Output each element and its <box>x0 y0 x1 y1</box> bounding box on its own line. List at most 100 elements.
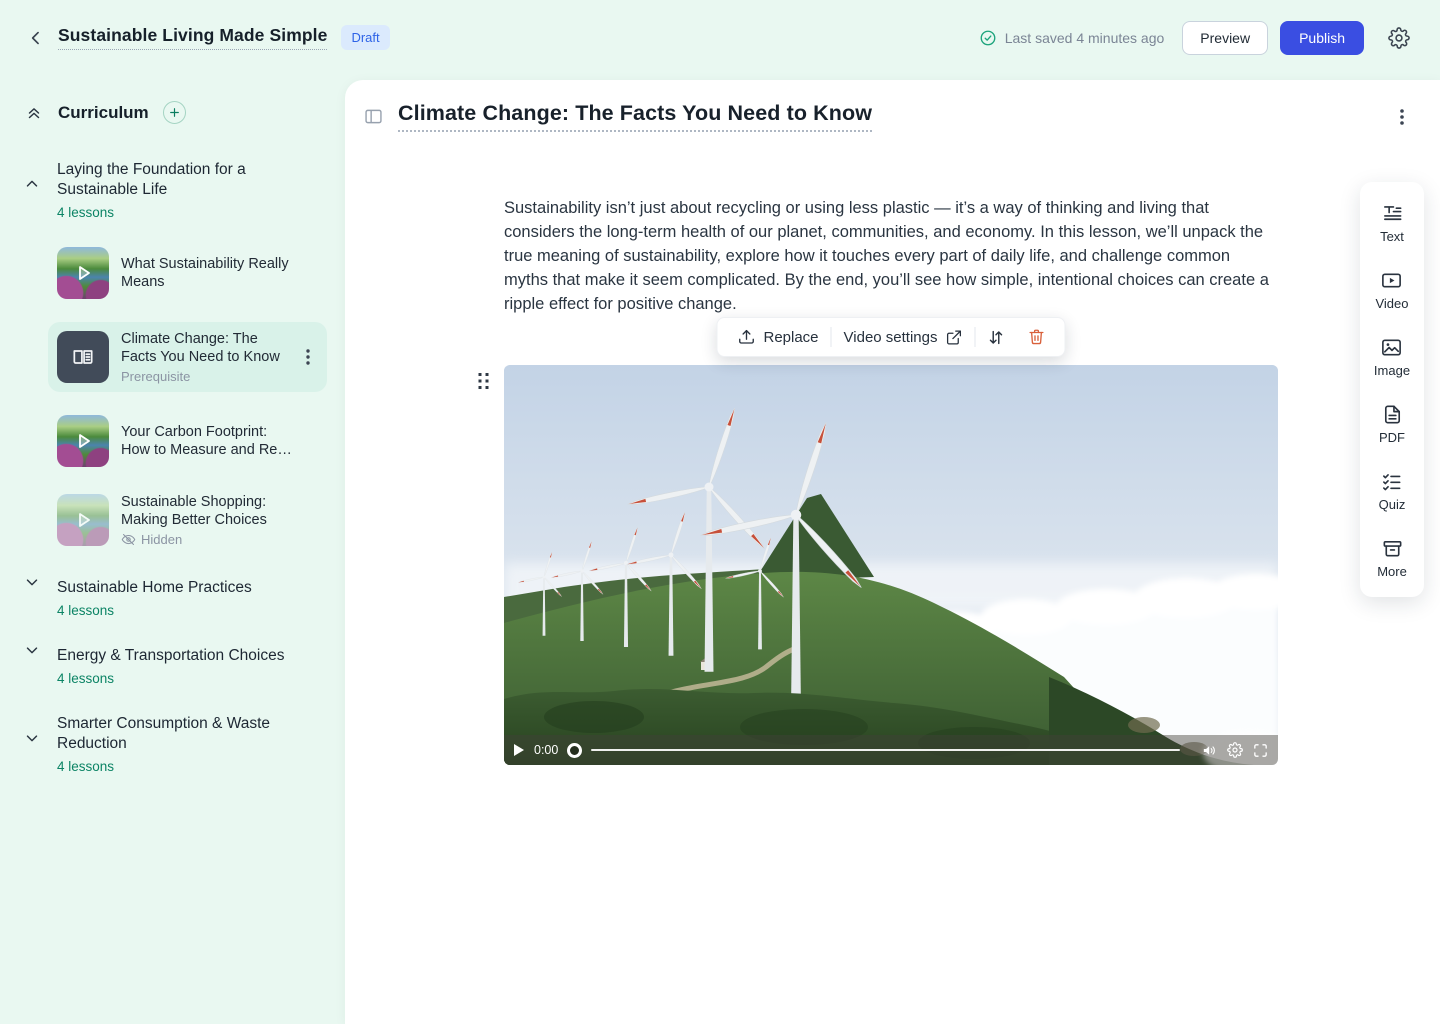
delete-block-button[interactable] <box>1017 318 1057 356</box>
add-curriculum-button[interactable] <box>163 101 186 124</box>
tool-text[interactable]: Text <box>1380 202 1404 244</box>
lesson-title: What Sustainability Really Means <box>121 255 297 291</box>
panel-left-icon <box>363 106 384 127</box>
image-icon <box>1380 336 1403 359</box>
last-saved-text: Last saved 4 minutes ago <box>1005 30 1165 46</box>
lesson-menu-button[interactable] <box>300 346 318 368</box>
lesson-prerequisite-label: Prerequisite <box>121 369 297 384</box>
section-title: Laying the Foundation for a Sustainable … <box>57 160 295 200</box>
back-button[interactable] <box>22 24 50 52</box>
section-title: Energy & Transportation Choices <box>57 646 295 666</box>
text-icon <box>1381 202 1404 225</box>
double-chevron-up-icon <box>25 104 43 122</box>
lesson-item-video[interactable]: Your Carbon Footprint: How to Measure an… <box>48 412 327 470</box>
chevron-down-icon[interactable] <box>22 572 42 592</box>
more-icon <box>1381 537 1404 560</box>
lesson-list: What Sustainability Really Means Climate… <box>48 244 345 550</box>
lesson-video-thumbnail <box>57 415 109 467</box>
lesson-title: Your Carbon Footprint: How to Measure an… <box>121 423 297 459</box>
section-title: Sustainable Home Practices <box>57 578 295 598</box>
course-title[interactable]: Sustainable Living Made Simple <box>58 25 327 50</box>
quiz-icon <box>1380 470 1403 493</box>
lesson-intro-paragraph[interactable]: Sustainability isn’t just about recyclin… <box>504 196 1278 316</box>
tool-more[interactable]: More <box>1377 537 1407 579</box>
video-settings-button[interactable]: Video settings <box>832 318 975 356</box>
lesson-content: Sustainability isn’t just about recyclin… <box>504 196 1278 765</box>
section-title: Smarter Consumption & Waste Reduction <box>57 714 295 754</box>
section-header[interactable]: Energy & Transportation Choices 4 lesson… <box>24 646 345 686</box>
section-header[interactable]: Smarter Consumption & Waste Reduction 4 … <box>24 714 345 774</box>
tool-quiz[interactable]: Quiz <box>1379 470 1406 512</box>
panel-toggle-button[interactable] <box>361 105 385 129</box>
chevron-down-icon[interactable] <box>22 728 42 748</box>
current-time: 0:00 <box>534 743 558 757</box>
play-icon <box>57 247 109 299</box>
lesson-options-button[interactable] <box>1394 105 1416 129</box>
video-player[interactable]: 0:00 <box>504 365 1278 765</box>
lesson-item-video[interactable]: What Sustainability Really Means <box>48 244 327 302</box>
video-block: Replace Video settings <box>504 365 1278 765</box>
collapse-all-button[interactable] <box>24 103 44 123</box>
tool-label: Text <box>1380 229 1404 244</box>
replace-label: Replace <box>763 329 818 346</box>
external-link-icon <box>946 329 963 346</box>
hidden-label: Hidden <box>141 532 182 547</box>
tool-label: PDF <box>1379 430 1405 445</box>
tool-pdf[interactable]: PDF <box>1379 403 1405 445</box>
curriculum-section: Energy & Transportation Choices 4 lesson… <box>24 646 345 686</box>
tool-image[interactable]: Image <box>1374 336 1410 378</box>
lesson-hidden-status: Hidden <box>121 532 297 547</box>
settings-gear-button[interactable] <box>1384 23 1414 53</box>
section-header[interactable]: Laying the Foundation for a Sustainable … <box>24 160 345 220</box>
lesson-title: Climate Change: The Facts You Need to Kn… <box>121 330 297 366</box>
publish-button[interactable]: Publish <box>1280 21 1364 55</box>
volume-button[interactable] <box>1201 742 1218 759</box>
section-lesson-count: 4 lessons <box>57 603 345 618</box>
play-button[interactable] <box>513 743 525 757</box>
tool-label: More <box>1377 564 1407 579</box>
pdf-icon <box>1381 403 1404 426</box>
trash-icon <box>1028 328 1046 346</box>
video-controls-bar: 0:00 <box>504 735 1278 765</box>
back-chevron-icon <box>26 28 46 48</box>
plus-icon <box>168 106 181 119</box>
move-block-button[interactable] <box>976 318 1017 356</box>
play-icon <box>57 415 109 467</box>
gear-icon <box>1388 27 1410 49</box>
curriculum-sidebar: Curriculum Laying the Foundation for a S… <box>0 75 345 1024</box>
check-circle-icon <box>979 29 997 47</box>
top-header: Sustainable Living Made Simple Draft Las… <box>0 0 1440 75</box>
play-icon <box>57 494 109 546</box>
curriculum-section: Smarter Consumption & Waste Reduction 4 … <box>24 714 345 774</box>
lesson-video-thumbnail <box>57 247 109 299</box>
section-lesson-count: 4 lessons <box>57 671 345 686</box>
lesson-page-title[interactable]: Climate Change: The Facts You Need to Kn… <box>398 101 872 132</box>
preview-button[interactable]: Preview <box>1182 21 1268 55</box>
lesson-title-row: Climate Change: The Facts You Need to Kn… <box>345 80 1440 132</box>
fullscreen-button[interactable] <box>1252 742 1269 759</box>
lesson-title: Sustainable Shopping: Making Better Choi… <box>121 493 297 529</box>
curriculum-section: Laying the Foundation for a Sustainable … <box>24 160 345 550</box>
tool-video[interactable]: Video <box>1375 269 1408 311</box>
eye-off-icon <box>121 532 136 547</box>
video-block-toolbar: Replace Video settings <box>716 317 1065 357</box>
progress-track[interactable] <box>591 749 1180 751</box>
section-header[interactable]: Sustainable Home Practices 4 lessons <box>24 578 345 618</box>
replace-video-button[interactable]: Replace <box>725 318 830 356</box>
upload-icon <box>737 328 755 346</box>
player-settings-button[interactable] <box>1227 742 1243 758</box>
kebab-icon <box>1394 107 1416 127</box>
kebab-icon <box>300 348 318 366</box>
tool-label: Quiz <box>1379 497 1406 512</box>
lesson-item-video-hidden[interactable]: Sustainable Shopping: Making Better Choi… <box>48 490 327 550</box>
scrubber-handle[interactable] <box>567 743 582 758</box>
lesson-editor-card: Climate Change: The Facts You Need to Kn… <box>345 80 1440 1024</box>
course-editor: Sustainable Living Made Simple Draft Las… <box>0 0 1440 1024</box>
block-drag-handle[interactable] <box>477 371 491 393</box>
last-saved-status: Last saved 4 minutes ago <box>979 29 1165 47</box>
lesson-item-reading-selected[interactable]: Climate Change: The Facts You Need to Kn… <box>48 322 327 392</box>
swap-arrows-icon <box>987 328 1006 347</box>
chevron-up-icon[interactable] <box>22 174 42 194</box>
chevron-down-icon[interactable] <box>22 640 42 660</box>
section-lesson-count: 4 lessons <box>57 759 345 774</box>
